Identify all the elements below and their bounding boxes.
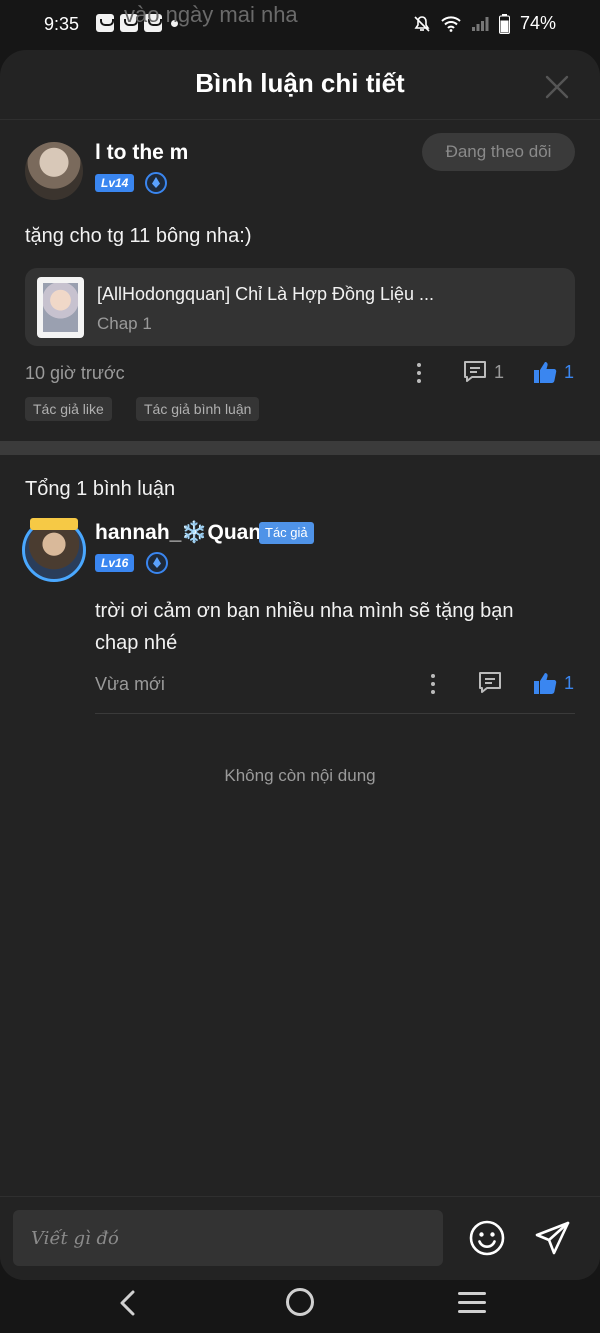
- mute-bell-icon: [414, 15, 430, 32]
- like-button[interactable]: 1: [532, 359, 574, 385]
- comment-icon: [479, 672, 501, 693]
- shopping-bag-icon: [96, 14, 114, 32]
- reply-text-line-1: trời ơi cảm ơn bạn nhiều nha mình sẽ tặn…: [95, 600, 514, 622]
- avatar[interactable]: [25, 142, 83, 200]
- sheet-header: Bình luận chi tiết: [0, 50, 600, 120]
- comment-text: tặng cho tg 11 bông nha:): [25, 225, 252, 247]
- tag-author-liked: Tác giả like: [25, 397, 112, 421]
- tag-author-commented: Tác giả bình luận: [136, 397, 260, 421]
- reply-count: 1: [494, 361, 505, 382]
- reply-button[interactable]: 1: [462, 359, 504, 385]
- send-icon[interactable]: [534, 1219, 572, 1257]
- comment-username[interactable]: l to the m: [95, 141, 188, 165]
- rank-diamond-icon: [145, 172, 167, 194]
- level-badge: Lv16: [95, 554, 135, 572]
- chapter-link-card[interactable]: [AllHodongquan] Chỉ Là Hợp Đồng Liệu ...…: [25, 268, 575, 346]
- wifi-icon: [441, 15, 461, 32]
- like-count: 1: [564, 672, 575, 693]
- comment-timestamp: 10 giờ trước: [25, 363, 125, 383]
- emoji-icon[interactable]: [468, 1219, 506, 1257]
- status-indicators: 74%: [413, 13, 556, 34]
- home-circle-icon[interactable]: [286, 1288, 314, 1316]
- section-divider: [0, 441, 600, 455]
- chapter-subtitle: Chap 1: [97, 314, 152, 333]
- reply-button[interactable]: [477, 670, 503, 696]
- total-comments-label: Tổng 1 bình luận: [25, 478, 176, 500]
- recents-menu-icon[interactable]: [458, 1292, 486, 1314]
- reply-divider: [95, 713, 575, 714]
- reply-username[interactable]: hannah_❄️Quan: [95, 521, 261, 545]
- level-badge: Lv14: [95, 174, 135, 192]
- like-button[interactable]: 1: [532, 670, 574, 696]
- background-ghost-text: vào ngày mai nha: [124, 2, 298, 27]
- writer-frame-badge: [30, 518, 78, 530]
- following-button[interactable]: Đang theo dõi: [422, 133, 575, 171]
- thumbs-up-icon: [534, 362, 557, 383]
- system-navigation-bar: [0, 1280, 600, 1333]
- status-bar: 9:35 vào ngày mai nha 74%: [0, 0, 600, 52]
- thumbs-up-icon: [534, 673, 557, 694]
- more-options-icon[interactable]: [426, 672, 440, 696]
- close-icon[interactable]: [544, 74, 570, 100]
- reply-timestamp: Vừa mới: [95, 674, 165, 694]
- comment-input[interactable]: [13, 1210, 443, 1266]
- signal-icon: [471, 16, 489, 31]
- chapter-title: [AllHodongquan] Chỉ Là Hợp Đồng Liệu ...: [97, 284, 435, 304]
- end-of-content-label: Không còn nội dung: [224, 766, 376, 785]
- comment-detail-sheet: Bình luận chi tiết l to the m Lv14 Đang …: [0, 50, 600, 1280]
- more-options-icon[interactable]: [412, 361, 426, 385]
- reply-text-line-2: chap nhé: [95, 632, 178, 654]
- comment-icon: [464, 361, 486, 382]
- comment-input-bar: [0, 1196, 600, 1280]
- sheet-title: Bình luận chi tiết: [195, 68, 405, 98]
- battery-percent: 74%: [519, 13, 556, 33]
- back-chevron-icon[interactable]: [116, 1288, 140, 1318]
- status-time: 9:35: [44, 14, 80, 34]
- chapter-thumbnail: [37, 277, 84, 338]
- author-tag: Tác giả: [259, 522, 314, 544]
- rank-diamond-icon: [146, 552, 168, 574]
- battery-icon: [498, 13, 510, 34]
- like-count: 1: [564, 361, 575, 382]
